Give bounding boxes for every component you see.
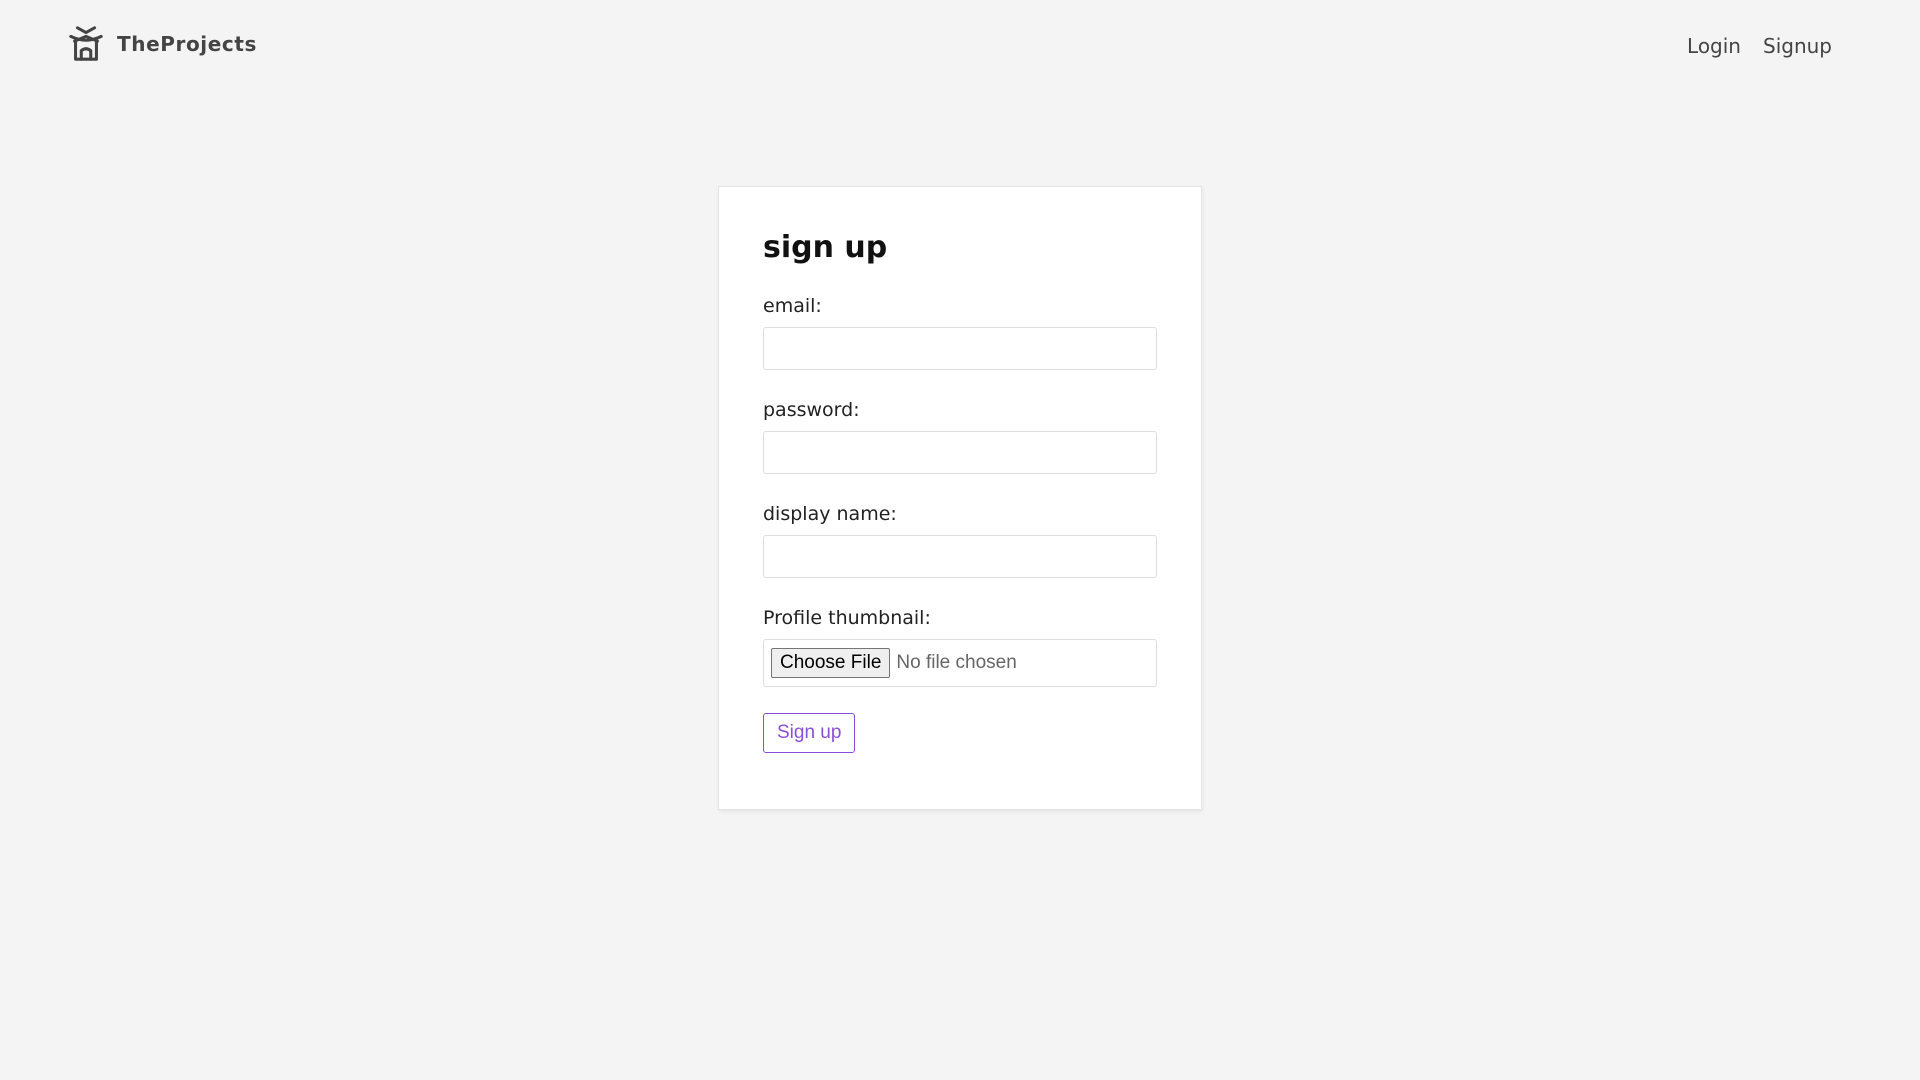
email-field[interactable]: [763, 326, 1157, 370]
thumbnail-file-input[interactable]: Choose File No file chosen: [763, 638, 1157, 687]
email-label: email:: [763, 294, 822, 317]
display-name-field[interactable]: [763, 534, 1157, 578]
email-field-group: email:: [763, 295, 1157, 370]
brand-name: TheProjects: [117, 32, 258, 56]
password-label: password:: [763, 398, 860, 421]
display-name-label: display name:: [763, 502, 897, 525]
form-title: sign up: [763, 230, 888, 265]
nav-link-signup[interactable]: Signup: [1763, 34, 1832, 58]
nav-link-login[interactable]: Login: [1687, 34, 1741, 58]
password-field[interactable]: [763, 430, 1157, 474]
brand[interactable]: TheProjects: [67, 25, 257, 63]
temple-icon: [69, 26, 103, 61]
sign-up-button[interactable]: Sign up: [763, 712, 856, 753]
thumbnail-field-group: Profile thumbnail: Choose File No file c…: [763, 607, 1157, 687]
navbar: TheProjects Login Signup: [0, 0, 1920, 100]
signup-form: sign up email: password: display name: P…: [718, 186, 1202, 810]
password-field-group: password:: [763, 399, 1157, 474]
display-name-field-group: display name:: [763, 503, 1157, 578]
nav-links: Login Signup: [1687, 34, 1832, 58]
file-status: No file chosen: [896, 651, 1017, 673]
choose-file-button[interactable]: Choose File: [771, 647, 891, 678]
thumbnail-label: Profile thumbnail:: [763, 606, 931, 629]
